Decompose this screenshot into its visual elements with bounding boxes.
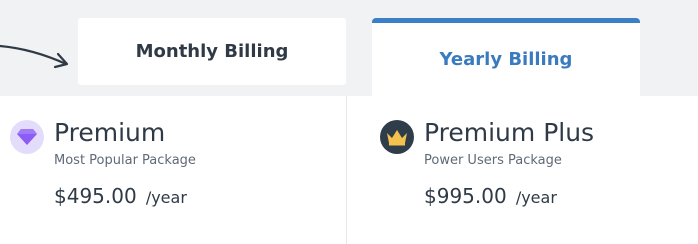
plan-name: Premium [54,118,166,147]
price-period: /year [145,188,187,207]
plan-name: Premium Plus [424,118,595,147]
tab-monthly-billing[interactable]: Monthly Billing [78,18,346,85]
price-amount: $995.00 [424,184,507,208]
plan-price: $995.00 /year [424,184,557,208]
diamond-icon [10,120,44,154]
plan-subtitle: Power Users Package [424,153,562,168]
tab-yearly-billing-label: Yearly Billing [439,49,573,70]
plan-price: $495.00 /year [54,184,187,208]
plan-subtitle: Most Popular Package [54,153,196,168]
plan-divider [346,96,347,244]
price-period: /year [515,188,557,207]
crown-icon [380,120,414,154]
tab-monthly-billing-label: Monthly Billing [135,41,289,62]
pointer-arrow-icon [0,44,69,69]
price-amount: $495.00 [54,184,137,208]
tab-yearly-billing[interactable]: Yearly Billing [372,18,640,96]
